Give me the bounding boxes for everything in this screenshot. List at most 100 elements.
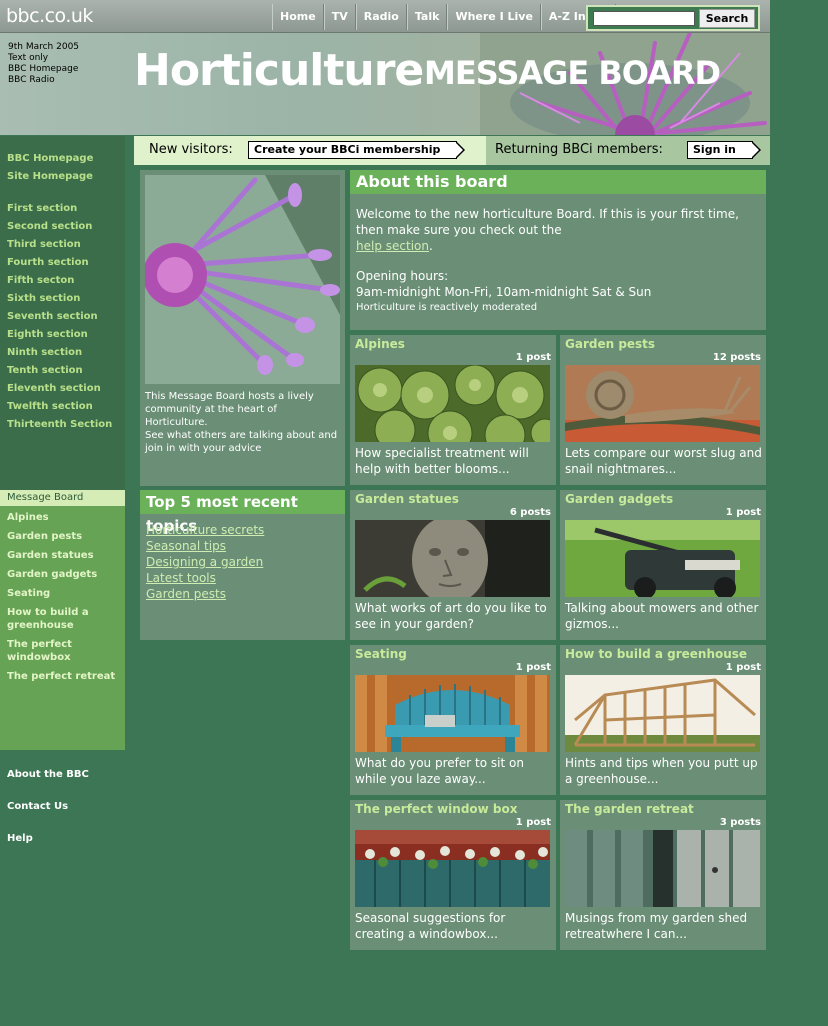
text-only-link[interactable]: Text only xyxy=(8,53,79,64)
sidebar-message-board[interactable]: Message Board xyxy=(0,490,125,506)
topic-description: What do you prefer to sit on while you l… xyxy=(355,756,524,786)
sidebar-section-6[interactable]: Sixth section xyxy=(0,290,125,308)
sidebar-section-13[interactable]: Thirteenth Section xyxy=(0,416,125,434)
nav-talk[interactable]: Talk xyxy=(406,4,448,30)
sidebar-garden-statues[interactable]: Garden statues xyxy=(0,548,125,563)
sidebar-section-10[interactable]: Tenth section xyxy=(0,362,125,380)
topic-title[interactable]: How to build a greenhouse xyxy=(565,647,747,661)
search-box: Search xyxy=(586,5,760,31)
topic-card-garden-statues[interactable]: Garden statues 6 posts What works of art… xyxy=(350,490,556,640)
sidebar-windowbox[interactable]: The perfect windowbox xyxy=(0,637,125,665)
post-count: 3 posts xyxy=(719,817,761,828)
help-section-link[interactable]: help section xyxy=(356,239,429,253)
post-count: 1 post xyxy=(725,662,761,673)
sidebar-section-1[interactable]: First section xyxy=(0,200,125,218)
bbc-radio-link[interactable]: BBC Radio xyxy=(8,75,79,86)
top5-item[interactable]: Latest tools xyxy=(146,570,339,586)
date-text: 9th March 2005 xyxy=(8,42,80,52)
top-bar: bbc.co.uk Home TV Radio Talk Where I Liv… xyxy=(0,0,770,33)
topic-title[interactable]: Seating xyxy=(355,647,407,661)
snail-image xyxy=(565,365,760,442)
sidebar-section-7[interactable]: Seventh section xyxy=(0,308,125,326)
post-count: 1 post xyxy=(515,817,551,828)
returning-members-area: Returning BBCi members: Sign in xyxy=(486,136,770,165)
about-period: . xyxy=(428,239,433,253)
topic-card-greenhouse[interactable]: How to build a greenhouse 1 post Hints a… xyxy=(560,645,766,795)
windowbox-image xyxy=(355,830,550,907)
bbc-homepage-link[interactable]: BBC Homepage xyxy=(8,64,79,75)
topic-card-garden-retreat[interactable]: The garden retreat 3 posts Musings from … xyxy=(560,800,766,950)
sidebar-section-4[interactable]: Fourth section xyxy=(0,254,125,272)
top5-item[interactable]: Garden pests xyxy=(146,586,339,602)
top5-item[interactable]: Horticulture secrets xyxy=(146,522,339,538)
sidebar-section-8[interactable]: Eighth section xyxy=(0,326,125,344)
sidebar-seating[interactable]: Seating xyxy=(0,586,125,601)
topic-title[interactable]: Garden gadgets xyxy=(565,492,673,506)
about-welcome: Welcome to the new horticulture Board. I… xyxy=(356,207,739,237)
post-count: 1 post xyxy=(515,662,551,673)
topic-description: How specialist treatment will help with … xyxy=(355,446,529,476)
lawnmower-image xyxy=(565,520,760,597)
returning-members-label: Returning BBCi members: xyxy=(495,142,663,157)
sidebar-board-links: Message Board Alpines Garden pests Garde… xyxy=(0,490,125,750)
post-count: 12 posts xyxy=(712,352,761,363)
sidebar-bbc-homepage[interactable]: BBC Homepage xyxy=(0,150,125,168)
sidebar-retreat[interactable]: The perfect retreat xyxy=(0,669,125,684)
intro-line-2: See what others are talking about and jo… xyxy=(145,430,338,454)
about-panel: About this board Welcome to the new hort… xyxy=(350,170,766,330)
top5-item[interactable]: Designing a garden xyxy=(146,554,339,570)
bbc-logo[interactable]: bbc.co.uk xyxy=(6,5,93,27)
topic-card-garden-pests[interactable]: Garden pests 12 posts Lets compare our w… xyxy=(560,335,766,485)
nav-tv[interactable]: TV xyxy=(323,4,356,30)
bench-image xyxy=(355,675,550,752)
topic-description: Hints and tips when you putt up a greenh… xyxy=(565,756,758,786)
top5-panel: Top 5 most recent topics Horticulture se… xyxy=(140,490,345,640)
banner-meta: 9th March 2005 Text only BBC Homepage BB… xyxy=(8,42,79,86)
new-visitors-label: New visitors: xyxy=(149,142,233,157)
new-visitors-area: New visitors: Create your BBCi membershi… xyxy=(134,136,486,165)
topic-title[interactable]: The garden retreat xyxy=(565,802,694,816)
topic-card-window-box[interactable]: The perfect window box 1 post Seasonal s… xyxy=(350,800,556,950)
sidebar-section-3[interactable]: Third section xyxy=(0,236,125,254)
search-button[interactable]: Search xyxy=(699,9,755,28)
nav-where-i-live[interactable]: Where I Live xyxy=(447,4,541,30)
greenhouse-frame-image xyxy=(565,675,760,752)
topic-card-alpines[interactable]: Alpines 1 post How specialist treatment … xyxy=(350,335,556,485)
sidebar-section-2[interactable]: Second section xyxy=(0,218,125,236)
topic-description: Lets compare our worst slug and snail ni… xyxy=(565,446,762,476)
topic-card-seating[interactable]: Seating 1 post What do you prefer to sit… xyxy=(350,645,556,795)
sidebar-alpines[interactable]: Alpines xyxy=(0,510,125,525)
topic-description: Musings from my garden shed retreatwhere… xyxy=(565,911,748,941)
sidebar-section-9[interactable]: Ninth section xyxy=(0,344,125,362)
topic-title[interactable]: Garden pests xyxy=(565,337,655,351)
about-heading: About this board xyxy=(350,170,766,194)
intro-panel: This Message Board hosts a lively commun… xyxy=(140,170,345,486)
topic-title[interactable]: The perfect window box xyxy=(355,802,518,816)
sign-in-button[interactable]: Sign in xyxy=(687,141,761,159)
page-subtitle: MESSAGE BOARD xyxy=(424,54,721,92)
help-link[interactable]: Help xyxy=(0,832,125,846)
topic-description: Talking about mowers and other gizmos... xyxy=(565,601,759,631)
nav-home[interactable]: Home xyxy=(272,4,324,30)
create-membership-button[interactable]: Create your BBCi membership xyxy=(248,141,466,159)
sidebar-footer-links: About the BBC Contact Us Help xyxy=(0,750,125,846)
sidebar-garden-gadgets[interactable]: Garden gadgets xyxy=(0,567,125,582)
shed-image xyxy=(565,830,760,907)
topic-title[interactable]: Garden statues xyxy=(355,492,459,506)
about-bbc-link[interactable]: About the BBC xyxy=(0,768,125,782)
top-nav: Home TV Radio Talk Where I Live A-Z Inde… xyxy=(272,4,617,30)
sidebar-section-12[interactable]: Twelfth section xyxy=(0,398,125,416)
sidebar-garden-pests[interactable]: Garden pests xyxy=(0,529,125,544)
topic-title[interactable]: Alpines xyxy=(355,337,405,351)
sidebar-section-5[interactable]: Fifth secton xyxy=(0,272,125,290)
sidebar-site-homepage[interactable]: Site Homepage xyxy=(0,168,125,186)
moderation-note: Horticulture is reactively moderated xyxy=(356,302,538,313)
contact-us-link[interactable]: Contact Us xyxy=(0,800,125,814)
search-input[interactable] xyxy=(593,11,695,26)
sidebar-section-11[interactable]: Eleventh section xyxy=(0,380,125,398)
topic-card-garden-gadgets[interactable]: Garden gadgets 1 post Talking about mowe… xyxy=(560,490,766,640)
topic-description: What works of art do you like to see in … xyxy=(355,601,547,631)
nav-radio[interactable]: Radio xyxy=(355,4,407,30)
sidebar-greenhouse[interactable]: How to build a greenhouse xyxy=(0,605,125,633)
top5-item[interactable]: Seasonal tips xyxy=(146,538,339,554)
